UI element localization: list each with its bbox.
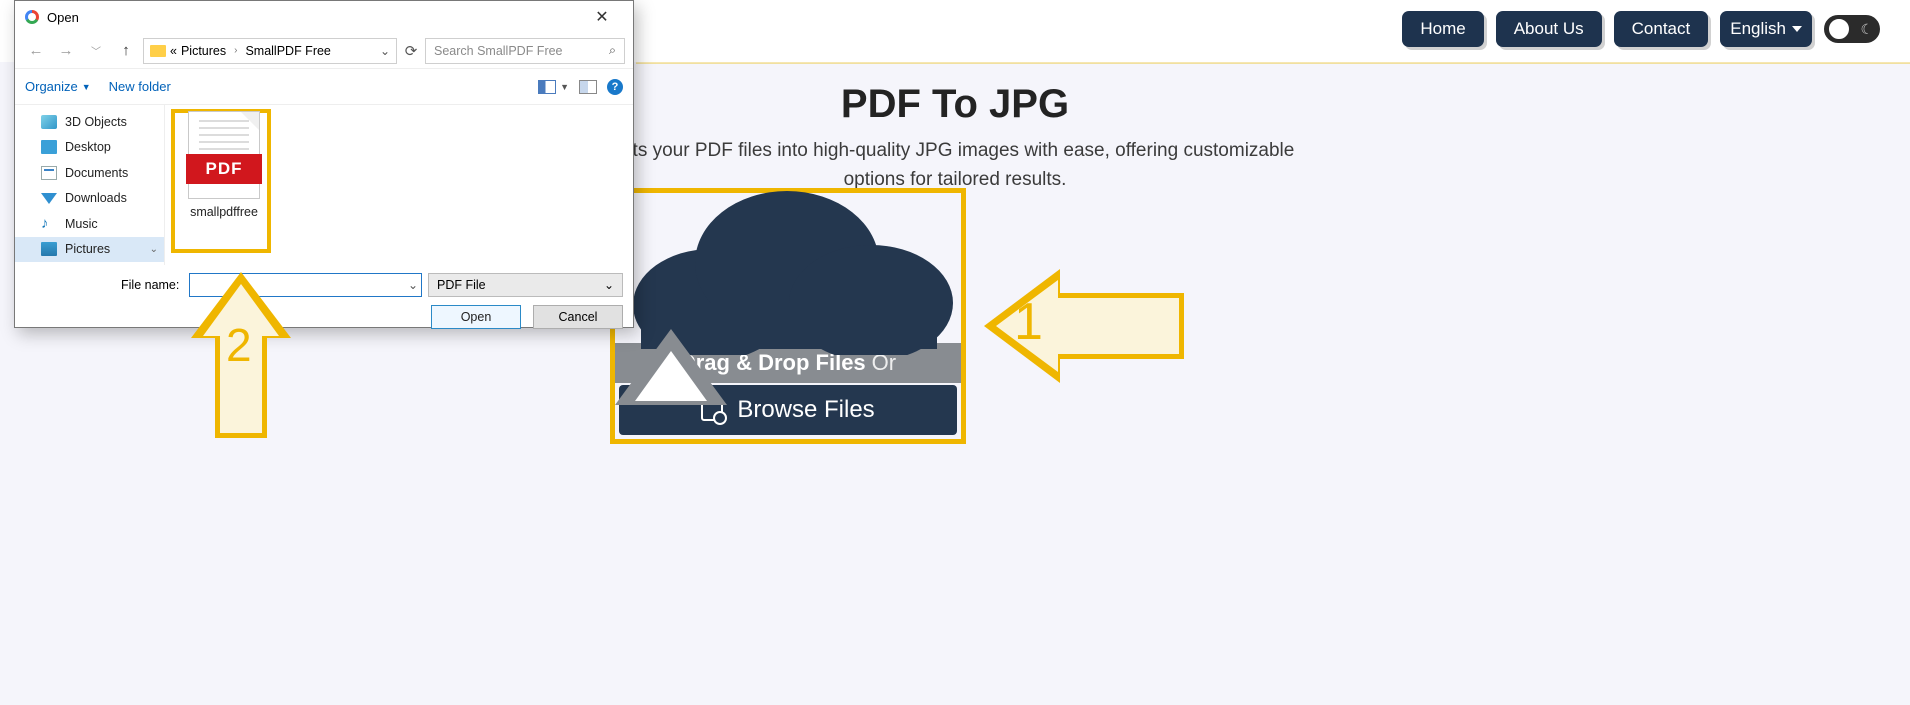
chevron-down-icon: ⌄ [604, 278, 614, 292]
annotation-arrow-1: 1 [984, 266, 1194, 386]
toggle-knob [1827, 17, 1851, 41]
up-button[interactable]: ↑ [113, 38, 139, 64]
music-icon: ♪ [41, 217, 57, 231]
tree-documents[interactable]: Documents [15, 160, 164, 186]
path-breadcrumb[interactable]: « Pictures › SmallPDF Free ⌄ [143, 38, 397, 64]
dropzone[interactable]: Drag & Drop Files Or Browse Files [610, 188, 966, 444]
file-open-dialog: Open ✕ ← → ﹀ ↑ « Pictures › SmallPDF Fre… [14, 0, 634, 328]
pdf-badge: PDF [186, 154, 262, 184]
dialog-titlebar: Open ✕ [15, 1, 633, 33]
dark-mode-toggle[interactable]: ☾ [1824, 15, 1880, 43]
document-icon [41, 166, 57, 180]
view-menu[interactable]: ▼ [538, 80, 569, 94]
cube-icon [41, 115, 57, 129]
nav-about-button[interactable]: About Us [1496, 11, 1602, 47]
file-label: smallpdffree [175, 205, 273, 219]
refresh-button[interactable]: ⟳ [401, 42, 421, 60]
search-input[interactable]: Search SmallPDF Free ⌕ [425, 38, 625, 64]
moon-icon: ☾ [1860, 21, 1873, 38]
file-list[interactable]: PDF smallpdffree [165, 105, 633, 265]
close-button[interactable]: ✕ [581, 1, 623, 33]
address-bar-row: ← → ﹀ ↑ « Pictures › SmallPDF Free ⌄ ⟳ S… [15, 33, 633, 69]
back-button[interactable]: ← [23, 38, 49, 64]
chevron-down-icon [1792, 26, 1802, 32]
pdf-thumbnail: PDF [188, 111, 260, 199]
cancel-button[interactable]: Cancel [533, 305, 623, 329]
recent-button[interactable]: ﹀ [83, 38, 109, 64]
pictures-icon [41, 242, 57, 256]
upload-arrow-icon [615, 329, 727, 405]
annotation-arrow-2: 2 [188, 272, 294, 442]
search-icon: ⌕ [609, 43, 616, 58]
tree-music[interactable]: ♪Music [15, 211, 164, 237]
tree-pictures[interactable]: Pictures⌄ [15, 237, 164, 263]
file-type-select[interactable]: PDF File ⌄ [428, 273, 623, 297]
organize-menu[interactable]: Organize▼ [25, 79, 91, 94]
filename-row: File name: ⌄ PDF File ⌄ [15, 265, 633, 297]
filename-label: File name: [121, 278, 179, 292]
forward-button[interactable]: → [53, 38, 79, 64]
nav-home-button[interactable]: Home [1402, 11, 1483, 47]
desktop-icon [41, 140, 57, 154]
tree-3d-objects[interactable]: 3D Objects [15, 109, 164, 135]
chrome-icon [25, 10, 39, 24]
chevron-down-icon[interactable]: ⌄ [380, 44, 390, 58]
language-selector[interactable]: English [1720, 11, 1812, 47]
help-icon[interactable]: ? [607, 79, 623, 95]
toolbar-row: Organize▼ New folder ▼ ? [15, 69, 633, 105]
open-button[interactable]: Open [431, 305, 521, 329]
preview-pane-button[interactable] [579, 80, 597, 94]
tree-desktop[interactable]: Desktop [15, 135, 164, 161]
download-icon [41, 193, 57, 204]
folder-icon [150, 45, 166, 57]
folder-tree: 3D Objects Desktop Documents Downloads ♪… [15, 105, 165, 265]
language-label: English [1730, 19, 1786, 39]
dialog-title: Open [47, 10, 79, 25]
new-folder-button[interactable]: New folder [109, 79, 171, 94]
chevron-down-icon: ⌄ [150, 244, 158, 255]
nav-contact-button[interactable]: Contact [1614, 11, 1709, 47]
file-item-smallpdffree[interactable]: PDF smallpdffree [175, 111, 273, 219]
view-icon [538, 80, 556, 94]
tree-downloads[interactable]: Downloads [15, 186, 164, 212]
